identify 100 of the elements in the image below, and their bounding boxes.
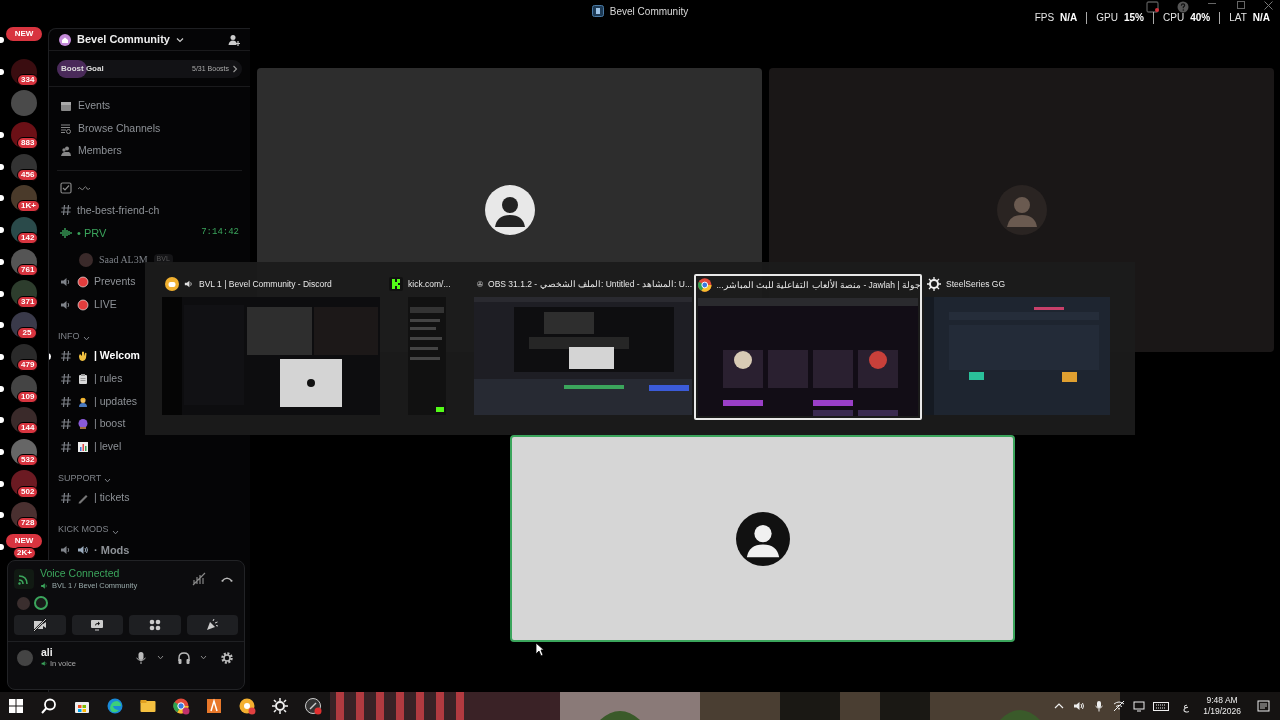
app-icon[interactable] [238, 697, 256, 715]
clipboard-emoji-icon [77, 372, 89, 385]
stat-value: N/A [1060, 12, 1078, 24]
speaker-icon [60, 276, 72, 289]
gear-icon[interactable] [271, 697, 289, 715]
server-name[interactable]: Bevel Community [77, 31, 170, 48]
member-name[interactable]: Saad AL3M [99, 252, 148, 268]
channel-item[interactable]: • PRV 7:14:42 [57, 221, 242, 245]
window-title: Bevel Community [609, 4, 689, 19]
stat-value: 15% [1124, 12, 1144, 24]
network-icon[interactable] [1113, 700, 1126, 712]
user-avatar [79, 252, 93, 267]
clock[interactable]: 9:48 AM 1/19/2026 [1203, 695, 1241, 717]
username: ali [41, 646, 54, 659]
channel-item[interactable]: | Welcom [57, 345, 143, 368]
user-avatar [17, 596, 30, 610]
app-window-preview[interactable]: BVL 1 | Bevel Community - Discord [160, 274, 384, 417]
chevron-right-icon [232, 65, 238, 73]
category-header[interactable]: SUPPORT [58, 471, 102, 486]
nav-item[interactable]: Members [57, 140, 242, 163]
stat-label: CPU [1163, 12, 1185, 24]
hash-icon [60, 418, 72, 431]
close-icon[interactable] [1264, 1, 1273, 10]
hash-icon [60, 372, 72, 385]
help-icon[interactable] [1177, 1, 1189, 13]
volume-icon[interactable] [1073, 700, 1086, 712]
start-icon[interactable] [7, 697, 25, 715]
stat-value: 40% [1190, 12, 1211, 24]
channel-item[interactable]: the-best-friend-ch [57, 199, 163, 222]
browse-icon [60, 122, 72, 135]
channel-item[interactable]: Prevents [57, 270, 139, 294]
minimize-icon[interactable] [1208, 2, 1216, 5]
mention-count: 728 [17, 517, 39, 530]
soundboard-button[interactable] [186, 615, 238, 636]
mention-count: 1K+ [17, 200, 40, 213]
channel-item[interactable]: | tickets [57, 487, 133, 510]
nav-item[interactable]: Events [57, 95, 242, 118]
screen-share-icon [90, 618, 105, 633]
maximize-icon[interactable] [1237, 1, 1245, 9]
settings-icon[interactable] [220, 650, 234, 665]
channel-item[interactable]: | rules [57, 367, 126, 391]
stat-label: GPU [1096, 12, 1118, 24]
channel-item[interactable]: · Mods [57, 538, 133, 562]
nav-item[interactable]: Browse Channels [57, 117, 242, 140]
channel-item[interactable]: | boost [57, 412, 129, 436]
app-window-preview[interactable]: kick.com/... [384, 274, 472, 417]
activities-icon [147, 618, 162, 633]
app-icon[interactable] [205, 697, 223, 715]
boost-goal-label: Boost Goal [61, 63, 104, 75]
chevron-down-icon[interactable] [157, 655, 164, 661]
channel-item[interactable]: | level [57, 435, 125, 459]
window-title: SteelSeries GG [946, 277, 1006, 291]
mention-count: 883 [17, 137, 39, 150]
microphone-icon[interactable] [1093, 700, 1106, 712]
speaker-icon [41, 660, 48, 668]
mention-count: 144 [17, 422, 39, 435]
hash-icon [60, 350, 72, 363]
speaker-icon [60, 298, 72, 311]
chart-emoji-icon [77, 440, 89, 453]
search-icon[interactable] [40, 697, 58, 715]
stat-value: N/A [1252, 12, 1270, 24]
channel-item[interactable]: LIVE [57, 293, 120, 317]
browser-icon[interactable] [106, 697, 124, 715]
new-badge: NEW [6, 27, 42, 41]
chevron-down-icon[interactable] [200, 655, 207, 661]
notifications-icon[interactable] [1257, 700, 1270, 712]
browser-icon[interactable] [172, 697, 190, 715]
wave-emoji-icon [77, 350, 89, 363]
activities-button[interactable] [129, 615, 181, 636]
microphone-icon[interactable] [134, 650, 148, 665]
camera-off-button[interactable] [14, 615, 66, 636]
speaker-icon [40, 581, 49, 590]
user-avatar [34, 596, 48, 611]
folder-icon[interactable] [139, 697, 157, 715]
headphones-icon[interactable] [177, 650, 191, 665]
noise-suppression-icon[interactable] [192, 572, 206, 587]
add-member-icon[interactable] [228, 33, 240, 46]
mention-count: 142 [17, 232, 39, 245]
screen-share-button[interactable] [71, 615, 123, 636]
category-header[interactable]: INFO [58, 329, 80, 344]
hash-icon [60, 492, 72, 505]
inbox-icon[interactable] [1146, 1, 1159, 13]
channel-item[interactable]: | updates [57, 390, 140, 413]
display-icon[interactable] [1133, 700, 1146, 712]
app-icon[interactable] [304, 697, 322, 715]
record-emoji-icon [77, 276, 89, 289]
orb-emoji-icon [77, 418, 89, 431]
camera-off-icon [32, 618, 47, 633]
stat-label: FPS [1034, 12, 1055, 24]
chevron-down-icon [104, 478, 112, 484]
keyboard-icon[interactable] [1153, 700, 1170, 712]
category-header[interactable]: KICK MODS [58, 523, 109, 537]
app-window-preview[interactable]: جولة | Jawlah - منصة الألعاب التفاعلية للبث المباشر... [694, 274, 922, 420]
chevron-down-icon [82, 336, 90, 342]
app-icon [698, 278, 712, 292]
hash-icon [60, 440, 72, 453]
pen-emoji-icon [77, 492, 89, 505]
app-window-preview[interactable]: SteelSeries GG [922, 274, 1122, 417]
app-window-preview[interactable]: OBS 31.1.2 - الملف الشخصي: Untitled - المشاهد: U... [472, 274, 694, 417]
language-indicator[interactable]: ع [1177, 698, 1196, 714]
